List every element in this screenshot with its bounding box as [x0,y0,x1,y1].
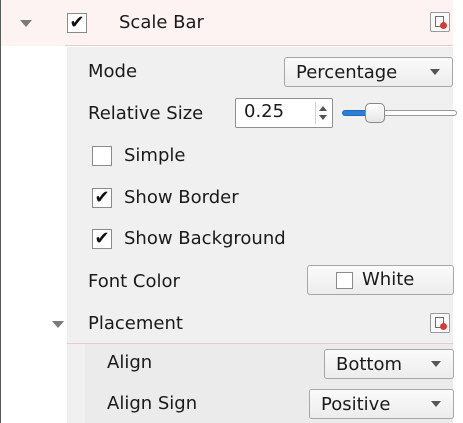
reset-default-icon[interactable] [430,313,450,333]
spin-arrows-icon[interactable] [315,102,330,124]
placement-properties: Align Bottom Align Sign Positive [85,344,454,423]
show-background-label: Show Background [124,228,286,249]
header-divider [65,45,453,46]
align-sign-label: Align Sign [107,393,198,414]
mode-label: Mode [88,61,138,82]
dropdown-arrow-icon [431,361,441,367]
mode-select[interactable]: Percentage [284,57,453,87]
dropdown-arrow-icon [430,69,440,75]
font-color-label: Font Color [88,271,180,292]
scale-bar-header[interactable]: ✔ Scale Bar [1,0,453,46]
align-select[interactable]: Bottom [324,349,454,379]
align-label: Align [107,352,153,373]
relative-size-value: 0.25 [244,101,285,122]
relative-size-slider-handle[interactable] [364,103,385,123]
scale-bar-checkbox[interactable]: ✔ [67,13,87,33]
chevron-down-icon[interactable] [52,321,64,328]
scale-bar-label: Scale Bar [119,12,204,33]
dropdown-arrow-icon [431,401,441,407]
show-border-label: Show Border [124,187,239,208]
scale-bar-properties: Mode Percentage Relative Size 0.25 Simpl… [52,47,457,423]
show-background-checkbox[interactable]: ✔ [92,229,112,249]
relative-size-label: Relative Size [88,103,204,124]
font-color-button[interactable]: White [307,265,454,295]
relative-size-spinbox[interactable]: 0.25 [235,98,333,128]
simple-label: Simple [124,145,186,166]
font-color-value: White [362,269,415,290]
placement-header[interactable]: Placement [52,304,453,344]
reset-default-icon[interactable] [430,12,450,32]
chevron-down-icon[interactable] [20,20,32,27]
mode-select-value: Percentage [296,61,398,83]
simple-checkbox[interactable] [92,146,112,166]
align-select-value: Bottom [336,353,403,375]
align-sign-select[interactable]: Positive [309,389,454,419]
font-color-swatch [336,272,353,289]
placement-label: Placement [88,313,183,334]
properties-panel: ✔ Scale Bar Mode Percentage Relative Siz… [0,0,463,423]
show-border-checkbox[interactable]: ✔ [92,188,112,208]
align-sign-select-value: Positive [321,393,391,415]
